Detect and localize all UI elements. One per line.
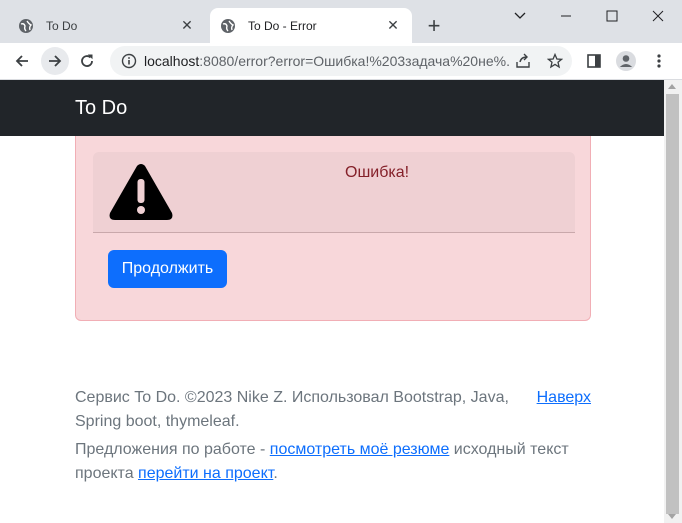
address-bar[interactable]: localhost:8080/error?error=Ошибка!%203за…	[110, 46, 572, 76]
maximize-icon[interactable]	[589, 0, 635, 32]
tab-todo-error[interactable]: To Do - Error ✕	[210, 8, 412, 43]
reload-icon[interactable]	[73, 47, 101, 75]
warning-icon	[109, 164, 173, 220]
new-tab-button[interactable]: +	[422, 13, 446, 38]
footer-copyright: Сервис To Do. ©2023 Nike Z. Использовал …	[75, 389, 509, 430]
back-to-top-link[interactable]: Наверх	[537, 386, 591, 410]
url-path: :8080/error?error=Ошибка!%203задача%20не…	[199, 53, 509, 69]
info-icon[interactable]	[114, 53, 144, 69]
back-icon[interactable]	[8, 47, 36, 75]
close-icon[interactable]: ✕	[384, 17, 402, 35]
minimize-icon[interactable]	[543, 0, 589, 32]
footer-offer: Предложения по работе - посмотреть моё р…	[75, 438, 575, 486]
star-icon[interactable]	[545, 51, 565, 71]
tab-title: To Do	[46, 18, 78, 33]
url-host: localhost	[144, 53, 200, 69]
globe-icon	[220, 18, 236, 34]
offer-prefix: Предложения по работе -	[75, 441, 270, 458]
scroll-down-icon[interactable]	[668, 514, 676, 519]
window-close-icon[interactable]	[635, 0, 681, 32]
url-text[interactable]: localhost:8080/error?error=Ошибка!%203за…	[144, 53, 509, 69]
menu-icon[interactable]	[645, 47, 673, 75]
page-viewport: To Do Ошибка! Продолжить Сервис To Do. ©…	[0, 80, 664, 523]
scrollbar-thumb[interactable]	[666, 94, 679, 514]
tab-strip: To Do ✕ To Do - Error ✕ +	[0, 0, 682, 43]
vertical-scrollbar[interactable]	[664, 80, 682, 523]
sidepanel-icon[interactable]	[580, 47, 608, 75]
offer-end: .	[273, 465, 278, 482]
brand-link[interactable]: To Do	[75, 97, 127, 120]
scroll-up-icon[interactable]	[668, 84, 676, 89]
forward-icon[interactable]	[41, 47, 69, 75]
chevron-down-icon[interactable]	[497, 0, 543, 32]
browser-toolbar: localhost:8080/error?error=Ошибка!%203за…	[0, 43, 682, 80]
project-link[interactable]: перейти на проект	[138, 465, 273, 482]
profile-icon[interactable]	[612, 47, 640, 75]
globe-icon	[18, 18, 34, 34]
close-icon[interactable]: ✕	[178, 17, 196, 35]
tab-todo[interactable]: To Do ✕	[8, 8, 206, 43]
error-alert: Ошибка! Продолжить	[75, 136, 591, 321]
footer: Сервис To Do. ©2023 Nike Z. Использовал …	[75, 386, 591, 486]
continue-button[interactable]: Продолжить	[108, 250, 227, 288]
tab-title: To Do - Error	[248, 18, 317, 33]
alert-header: Ошибка!	[93, 152, 575, 233]
resume-link[interactable]: посмотреть моё резюме	[270, 441, 450, 458]
error-title: Ошибка!	[345, 164, 410, 181]
share-icon[interactable]	[513, 51, 533, 71]
site-navbar: To Do	[0, 80, 664, 136]
